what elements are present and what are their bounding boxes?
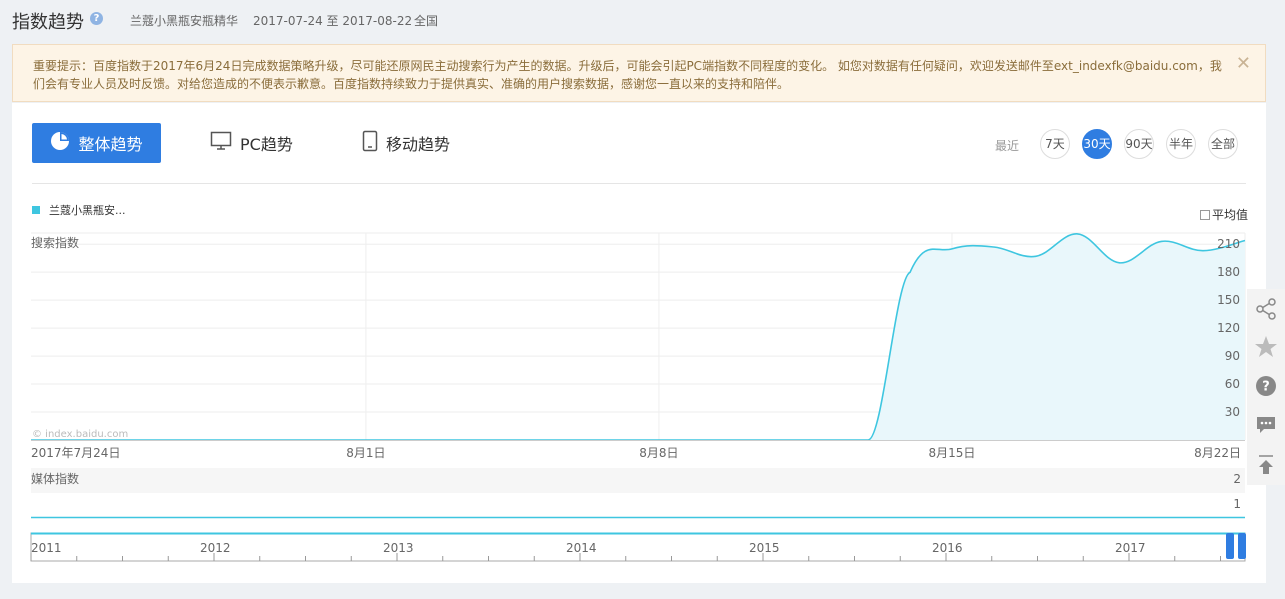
tab-label: 整体趋势 xyxy=(78,135,143,154)
range-all-button[interactable]: 全部 xyxy=(1208,129,1238,159)
tab-pc-trend[interactable]: PC趋势 xyxy=(210,123,293,163)
range-label: 最近 xyxy=(995,139,1020,153)
average-toggle[interactable]: 平均值 xyxy=(1200,206,1248,223)
close-icon[interactable]: ✕ xyxy=(1236,53,1251,74)
range-7d-button[interactable]: 7天 xyxy=(1040,129,1070,159)
tab-overall-trend[interactable]: 整体趋势 xyxy=(32,123,161,163)
question-icon[interactable]: ? xyxy=(90,12,103,25)
keyword-label: 兰蔻小黑瓶安瓶精华 xyxy=(130,14,239,28)
tab-mobile-trend[interactable]: 移动趋势 xyxy=(362,123,450,163)
share-icon[interactable] xyxy=(1247,289,1285,329)
legend-label: 兰蔻小黑瓶安... xyxy=(49,204,126,217)
average-checkbox[interactable] xyxy=(1200,209,1210,220)
page-title: 指数趋势 xyxy=(12,12,84,33)
mobile-icon xyxy=(362,130,378,156)
right-sidebar: ? xyxy=(1247,289,1285,489)
svg-text:?: ? xyxy=(1262,380,1270,395)
notice-text: 重要提示：百度指数于2017年6月24日完成数据策略升级，尽可能还原网民主动搜索… xyxy=(33,59,1222,91)
pie-chart-icon xyxy=(50,131,70,155)
average-label: 平均值 xyxy=(1212,208,1249,222)
tab-label: PC趋势 xyxy=(240,135,293,154)
range-half-year-button[interactable]: 半年 xyxy=(1166,129,1196,159)
page-header: 指数趋势 ? 兰蔻小黑瓶安瓶精华 2017-07-24 至 2017-08-22… xyxy=(0,0,1285,40)
trend-panel: 整体趋势 PC趋势 移动趋势 最近 7天 30天 90天 半年 全部 兰蔻小黑瓶… xyxy=(12,103,1266,583)
chart-legend[interactable]: 兰蔻小黑瓶安... xyxy=(32,202,126,218)
divider xyxy=(32,183,1246,184)
monitor-icon xyxy=(210,131,232,155)
date-range-label: 2017-07-24 至 2017-08-22 xyxy=(253,14,413,28)
range-90d-button[interactable]: 90天 xyxy=(1124,129,1154,159)
back-to-top-icon[interactable] xyxy=(1247,445,1285,485)
region-label: 全国 xyxy=(414,14,439,28)
star-icon[interactable] xyxy=(1247,327,1285,367)
notice-banner: 重要提示：百度指数于2017年6月24日完成数据策略升级，尽可能还原网民主动搜索… xyxy=(12,44,1266,102)
tab-label: 移动趋势 xyxy=(386,135,451,154)
comment-icon[interactable] xyxy=(1247,405,1285,445)
range-30d-button[interactable]: 30天 xyxy=(1082,129,1112,159)
legend-swatch xyxy=(32,206,40,214)
help-icon[interactable]: ? xyxy=(1247,366,1285,406)
